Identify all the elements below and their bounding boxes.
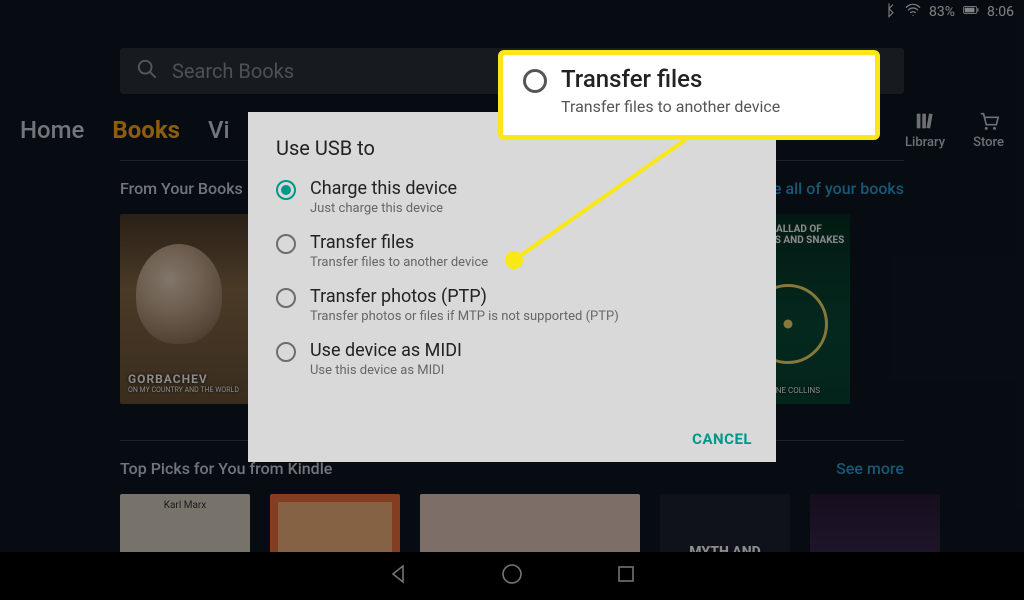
option-sub: Transfer files to another device [310,255,488,270]
callout-sub: Transfer files to another device [561,97,780,116]
usb-option-midi[interactable]: Use device as MIDI Use this device as MI… [276,340,748,378]
radio-icon [276,342,296,362]
usb-option-transfer-files[interactable]: Transfer files Transfer files to another… [276,232,748,270]
option-label: Transfer files [310,232,488,253]
radio-icon [276,180,296,200]
radio-icon [276,234,296,254]
option-label: Use device as MIDI [310,340,462,361]
usb-dialog: Use USB to Charge this device Just charg… [248,112,776,462]
callout-label: Transfer files [561,65,780,93]
option-label: Transfer photos (PTP) [310,286,619,307]
cancel-button[interactable]: CANCEL [692,430,752,448]
option-sub: Transfer photos or files if MTP is not s… [310,309,619,324]
highlight-callout: Transfer files Transfer files to another… [498,50,880,140]
option-sub: Just charge this device [310,201,457,216]
radio-icon [276,288,296,308]
option-sub: Use this device as MIDI [310,363,462,378]
option-label: Charge this device [310,178,457,199]
usb-option-charge[interactable]: Charge this device Just charge this devi… [276,178,748,216]
radio-icon [523,69,547,93]
usb-option-transfer-photos[interactable]: Transfer photos (PTP) Transfer photos or… [276,286,748,324]
